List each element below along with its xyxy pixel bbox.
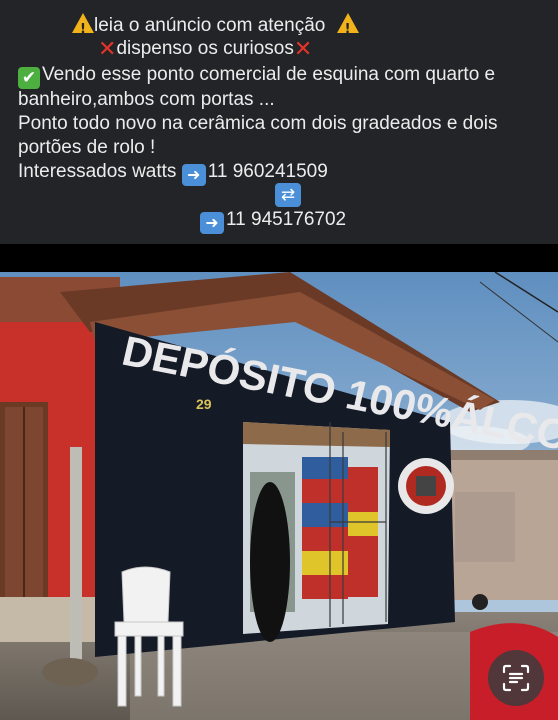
check-mark-icon: ✔ (18, 67, 40, 89)
post-line-4: banheiro,ambos com portas ... (18, 89, 275, 110)
post-line-1-text: leia o anúncio com atenção (94, 15, 326, 36)
post-line-6: portões de rolo ! (18, 137, 156, 158)
separator (0, 244, 558, 272)
cross-mark-icon: ✕ (98, 37, 117, 62)
warning-icon (336, 13, 359, 42)
post-line-2: ✕dispenso os curiosos✕ (98, 37, 312, 62)
text-scan-button[interactable] (488, 650, 544, 706)
post-line-7-text: Interessados watts (18, 161, 177, 182)
right-arrow-icon: ➜ (181, 164, 206, 186)
post-line-3-text: Vendo esse ponto comercial de esquina co… (42, 64, 496, 85)
post-line-9: ➜ 11 945176702 (200, 208, 346, 234)
post-text-block: leia o anúncio com atenção ✕dispenso os … (0, 0, 558, 244)
phone-number-2[interactable]: 11 945176702 (226, 209, 346, 230)
cross-mark-icon: ✕ (293, 37, 313, 62)
phone-number-1[interactable]: 11 960241509 (208, 161, 328, 182)
number-plate: 29 (196, 396, 212, 412)
post-line-1: leia o anúncio com atenção (72, 13, 359, 42)
repeat-icon: ⇄ (275, 183, 301, 207)
post-line-3: ✔ Vendo esse ponto comercial de esquina c… (18, 63, 495, 89)
post-line-2-text: dispenso os curiosos (116, 38, 294, 59)
text-scan-icon (502, 664, 530, 692)
warning-icon (72, 13, 94, 42)
post-line-5: Ponto todo novo na cerâmica com dois gra… (18, 113, 498, 134)
right-arrow-icon: ➜ (200, 212, 224, 234)
post-photo[interactable]: DEPÓSITO 100%ÁLCOOL 29 (0, 272, 558, 720)
storefront-image: DEPÓSITO 100%ÁLCOOL 29 (0, 272, 558, 720)
person-silhouette (250, 482, 290, 642)
